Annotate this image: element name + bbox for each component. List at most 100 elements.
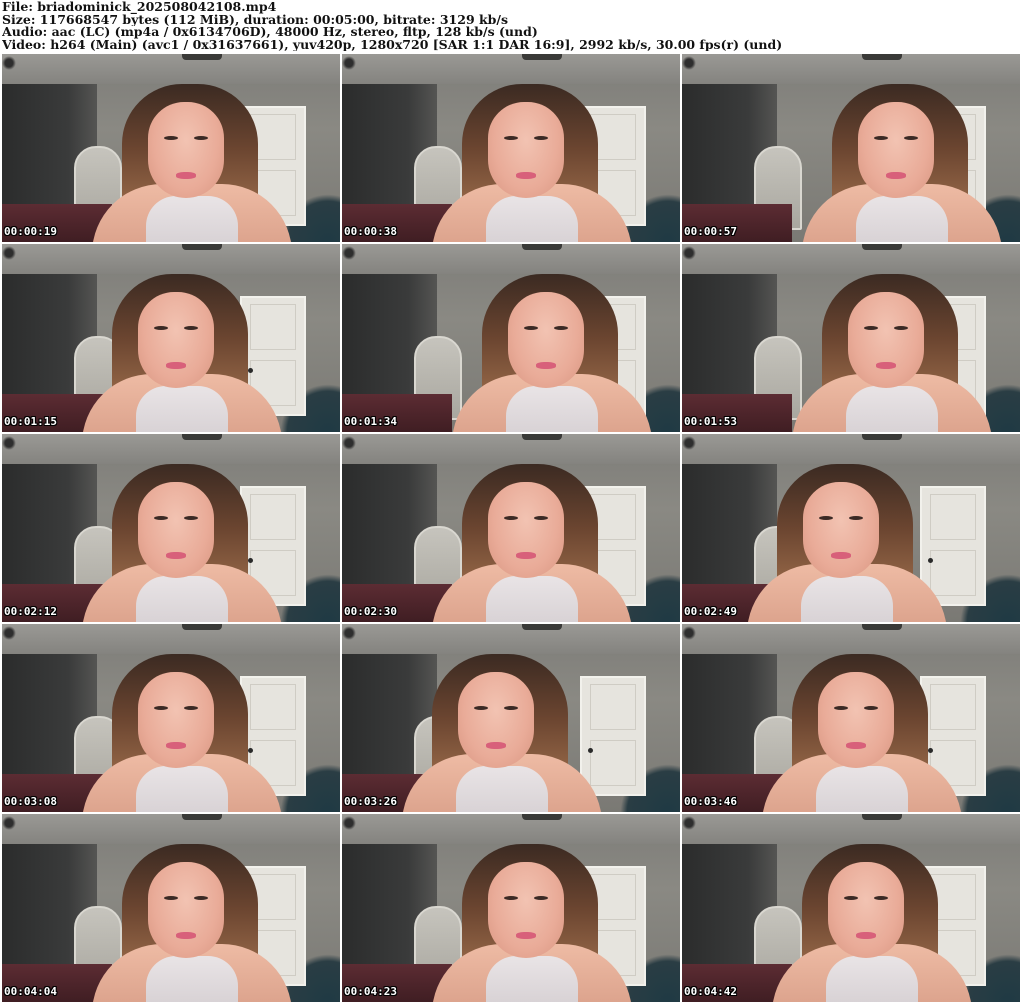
thumbnail-timestamp: 00:02:30 <box>344 605 397 618</box>
eye-shape <box>164 136 178 140</box>
video-thumbnail: 00:02:30 <box>342 434 680 622</box>
mouth-shape <box>856 932 876 939</box>
mouth-shape <box>166 362 186 369</box>
eye-shape <box>864 706 878 710</box>
face-shape <box>828 862 904 958</box>
eye-shape <box>184 706 198 710</box>
top-shape <box>506 386 598 432</box>
face-shape <box>138 482 214 578</box>
mouth-shape <box>536 362 556 369</box>
face-shape <box>508 292 584 388</box>
thumbnail-timestamp: 00:03:46 <box>684 795 737 808</box>
mouth-shape <box>166 552 186 559</box>
eye-shape <box>504 896 518 900</box>
person-figure <box>432 814 632 1002</box>
eye-shape <box>154 706 168 710</box>
thumbnail-timestamp: 00:04:23 <box>344 985 397 998</box>
face-shape <box>138 292 214 388</box>
thumbnail-timestamp: 00:03:26 <box>344 795 397 808</box>
lamp-shape <box>2 816 16 830</box>
mouth-shape <box>486 742 506 749</box>
thumbnail-timestamp: 00:02:12 <box>4 605 57 618</box>
eye-shape <box>849 516 863 520</box>
face-shape <box>488 102 564 198</box>
eye-shape <box>524 326 538 330</box>
eye-shape <box>534 136 548 140</box>
face-shape <box>803 482 879 578</box>
person-figure <box>792 244 992 432</box>
mouth-shape <box>876 362 896 369</box>
video-thumbnail: 00:01:34 <box>342 244 680 432</box>
size-line: Size: 117668547 bytes (112 MiB), duratio… <box>2 13 508 26</box>
thumbnail-timestamp: 00:01:15 <box>4 415 57 428</box>
eye-shape <box>894 326 908 330</box>
lamp-shape <box>2 246 16 260</box>
lamp-shape <box>342 56 356 70</box>
eye-shape <box>874 896 888 900</box>
lamp-shape <box>2 436 16 450</box>
face-shape <box>858 102 934 198</box>
mouth-shape <box>176 172 196 179</box>
person-figure <box>92 54 292 242</box>
thumbnail-timestamp: 00:00:19 <box>4 225 57 238</box>
video-thumbnail: 00:03:08 <box>2 624 340 812</box>
thumbnail-timestamp: 00:01:34 <box>344 415 397 428</box>
video-thumbnail: 00:04:23 <box>342 814 680 1002</box>
person-figure <box>772 814 972 1002</box>
lamp-shape <box>342 626 356 640</box>
top-shape <box>486 196 578 242</box>
top-shape <box>146 196 238 242</box>
person-figure <box>82 244 282 432</box>
video-line: Video: h264 (Main) (avc1 / 0x31637661), … <box>2 38 783 51</box>
file-name-line: File: briadominick_202508042108.mp4 <box>2 1 277 14</box>
eye-shape <box>194 896 208 900</box>
mouth-shape <box>831 552 851 559</box>
eye-shape <box>154 516 168 520</box>
thumbnail-timestamp: 00:01:53 <box>684 415 737 428</box>
eye-shape <box>504 516 518 520</box>
lamp-shape <box>682 56 696 70</box>
thumbnail-timestamp: 00:03:08 <box>4 795 57 808</box>
top-shape <box>826 956 918 1002</box>
person-figure <box>762 624 962 812</box>
thumbnail-timestamp: 00:00:57 <box>684 225 737 238</box>
person-figure <box>432 434 632 622</box>
mouth-shape <box>166 742 186 749</box>
video-thumbnail: 00:01:15 <box>2 244 340 432</box>
mouth-shape <box>886 172 906 179</box>
eye-shape <box>534 896 548 900</box>
eye-shape <box>504 136 518 140</box>
eye-shape <box>874 136 888 140</box>
video-thumbnail: 00:03:26 <box>342 624 680 812</box>
lamp-shape <box>682 436 696 450</box>
person-figure <box>82 624 282 812</box>
top-shape <box>846 386 938 432</box>
eye-shape <box>184 516 198 520</box>
face-shape <box>818 672 894 768</box>
eye-shape <box>154 326 168 330</box>
lamp-shape <box>342 246 356 260</box>
top-shape <box>456 766 548 812</box>
mouth-shape <box>846 742 866 749</box>
mouth-shape <box>516 932 536 939</box>
top-shape <box>816 766 908 812</box>
face-shape <box>148 102 224 198</box>
lamp-shape <box>2 56 16 70</box>
top-shape <box>136 576 228 622</box>
mouth-shape <box>516 172 536 179</box>
video-thumbnail: 00:00:19 <box>2 54 340 242</box>
person-figure <box>402 624 602 812</box>
top-shape <box>801 576 893 622</box>
lamp-shape <box>342 816 356 830</box>
eye-shape <box>834 706 848 710</box>
thumbnail-timestamp: 00:04:42 <box>684 985 737 998</box>
person-figure <box>452 244 652 432</box>
video-thumbnail: 00:00:38 <box>342 54 680 242</box>
top-shape <box>136 766 228 812</box>
lamp-shape <box>2 626 16 640</box>
eye-shape <box>164 896 178 900</box>
eye-shape <box>864 326 878 330</box>
eye-shape <box>554 326 568 330</box>
face-shape <box>488 862 564 958</box>
mouth-shape <box>176 932 196 939</box>
